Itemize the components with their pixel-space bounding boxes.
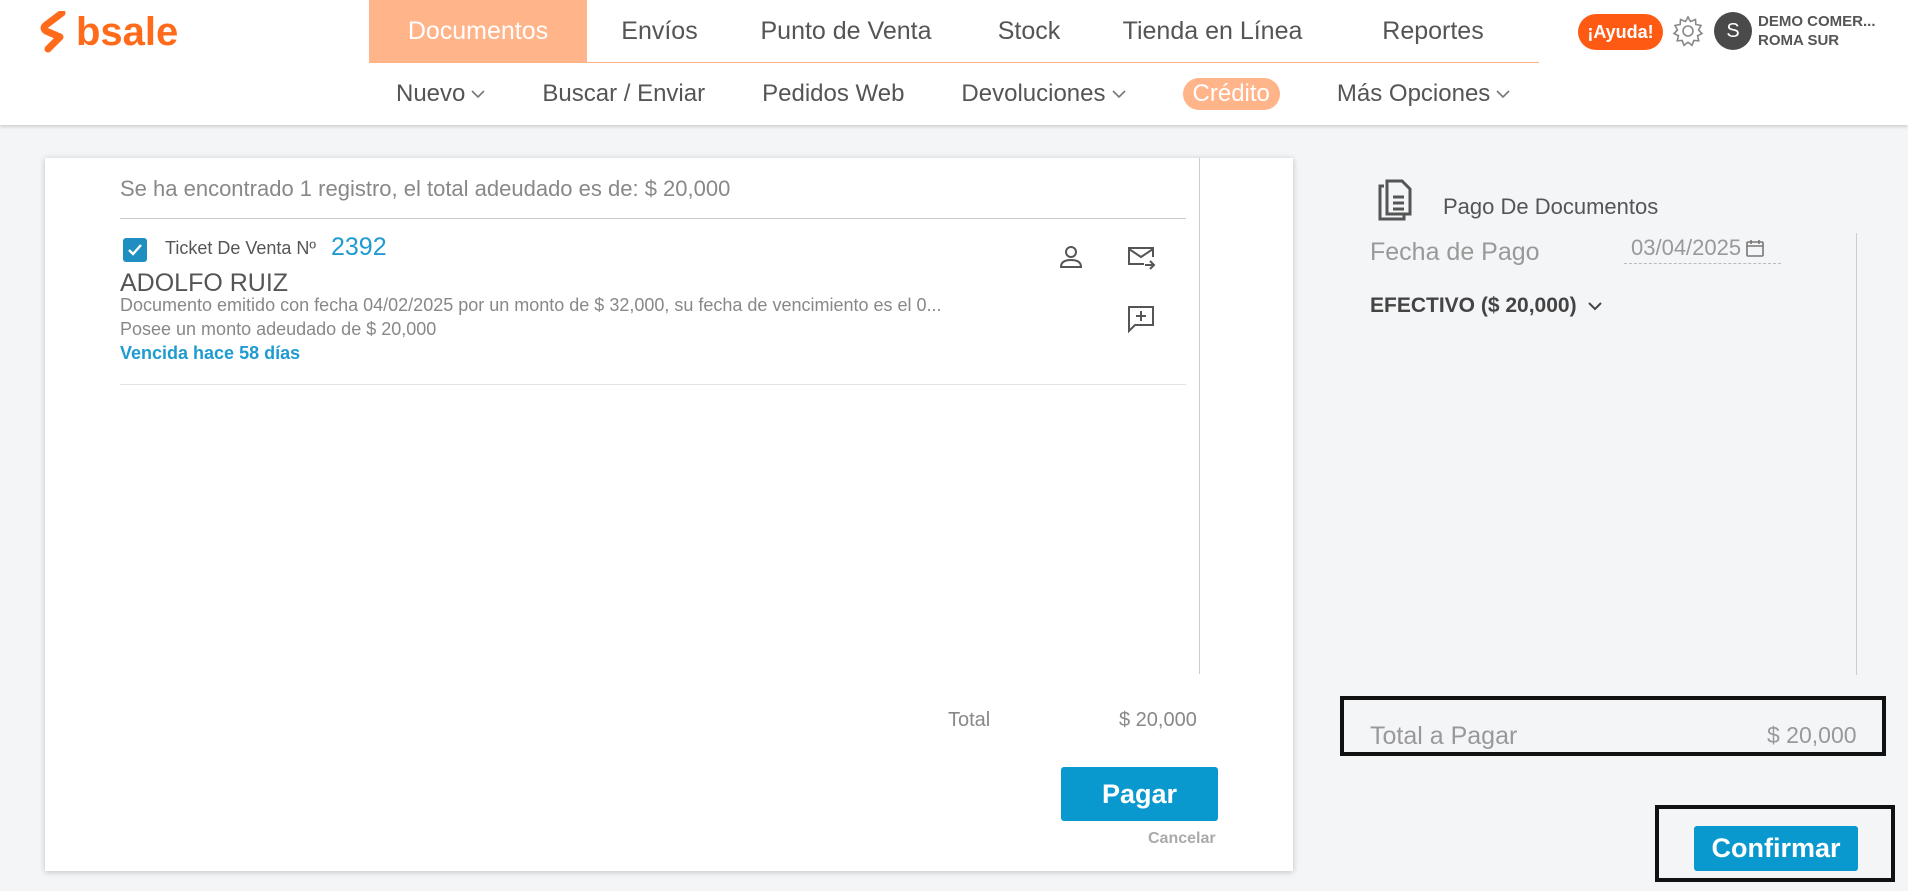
subnav-label: Más Opciones (1336, 80, 1491, 107)
nav-documentos[interactable]: Documentos (369, 0, 587, 63)
gear-icon[interactable] (1671, 14, 1705, 48)
email-send-icon[interactable] (1126, 242, 1156, 272)
bsale-logo[interactable]: bsale (40, 10, 178, 54)
brand-name: bsale (76, 9, 179, 54)
add-comment-icon[interactable] (1126, 304, 1156, 334)
client-name: ADOLFO RUIZ (120, 269, 289, 297)
document-description: Documento emitido con fecha 04/02/2025 p… (120, 295, 942, 315)
subnav-label: Devoluciones (961, 80, 1106, 107)
document-type: Ticket De Venta Nº (165, 238, 316, 258)
card-divider (1199, 158, 1200, 674)
chevron-down-icon (1587, 302, 1602, 311)
total-to-pay-label: Total a Pagar (1370, 722, 1518, 750)
chevron-down-icon (1111, 90, 1126, 99)
payment-method-label: EFECTIVO ($ 20,000) (1370, 294, 1577, 317)
total-value: $ 20,000 (1119, 709, 1197, 731)
company-line-1: DEMO COMER... (1758, 13, 1876, 30)
company-name[interactable]: DEMO COMER... ROMA SUR (1758, 12, 1876, 50)
person-icon[interactable] (1056, 242, 1086, 272)
sub-nav: Nuevo Buscar / Enviar Pedidos Web Devolu… (396, 63, 1567, 125)
panel-divider (1856, 233, 1857, 675)
help-button[interactable]: ¡Ayuda! (1578, 14, 1663, 50)
nav-punto-de-venta[interactable]: Punto de Venta (732, 0, 960, 63)
subnav-label: Pedidos Web (762, 80, 905, 107)
sub-nav-bar: Nuevo Buscar / Enviar Pedidos Web Devolu… (0, 63, 1908, 125)
payment-panel-title: Pago De Documentos (1443, 194, 1659, 219)
chevron-down-icon (1496, 90, 1510, 99)
nav-stock[interactable]: Stock (960, 0, 1098, 63)
total-label: Total (948, 709, 991, 731)
subnav-label: Crédito (1182, 78, 1280, 110)
results-summary: Se ha encontrado 1 registro, el total ad… (120, 176, 731, 201)
pay-button[interactable]: Pagar (1061, 767, 1218, 821)
calendar-icon[interactable] (1745, 238, 1765, 258)
subnav-credito[interactable]: Crédito (1182, 78, 1280, 110)
subnav-nuevo[interactable]: Nuevo (396, 80, 485, 108)
top-bar: bsale Documentos Envíos Punto de Venta S… (0, 0, 1908, 64)
subnav-label: Buscar / Enviar (542, 80, 706, 107)
nav-reportes[interactable]: Reportes (1327, 0, 1539, 63)
subnav-pedidos-web[interactable]: Pedidos Web (762, 80, 904, 108)
total-to-pay-value: $ 20,000 (1767, 722, 1857, 748)
payment-date-field[interactable]: 03/04/2025 (1624, 232, 1781, 264)
subnav-mas-opciones[interactable]: Más Opciones (1337, 80, 1510, 108)
document-checkbox[interactable] (123, 238, 147, 262)
check-icon (128, 244, 142, 256)
nav-tienda-en-linea[interactable]: Tienda en Línea (1098, 0, 1327, 63)
owed-amount: Posee un monto adeudado de $ 20,000 (120, 319, 437, 339)
document-number-link[interactable]: 2392 (331, 233, 387, 262)
subnav-devoluciones[interactable]: Devoluciones (961, 80, 1126, 108)
overdue-status: Vencida hace 58 días (120, 343, 301, 363)
payment-date-value: 03/04/2025 (1631, 234, 1742, 260)
avatar[interactable]: S (1714, 12, 1752, 50)
document-icon (1378, 179, 1412, 221)
chevron-down-icon (471, 90, 485, 99)
company-line-2: ROMA SUR (1758, 32, 1840, 49)
cancel-link[interactable]: Cancelar (1148, 830, 1216, 848)
subnav-buscar-enviar[interactable]: Buscar / Enviar (542, 80, 705, 108)
payment-date-label: Fecha de Pago (1370, 238, 1540, 266)
payment-method-dropdown[interactable]: EFECTIVO ($ 20,000) (1370, 294, 1603, 318)
main-nav: Documentos Envíos Punto de Venta Stock T… (369, 0, 1539, 63)
nav-envios[interactable]: Envíos (587, 0, 732, 63)
divider (120, 384, 1186, 385)
results-card: Se ha encontrado 1 registro, el total ad… (45, 158, 1293, 871)
confirm-button[interactable]: Confirmar (1694, 826, 1858, 871)
divider (120, 218, 1186, 219)
subnav-label: Nuevo (396, 80, 466, 107)
bsale-logo-icon (40, 11, 66, 53)
